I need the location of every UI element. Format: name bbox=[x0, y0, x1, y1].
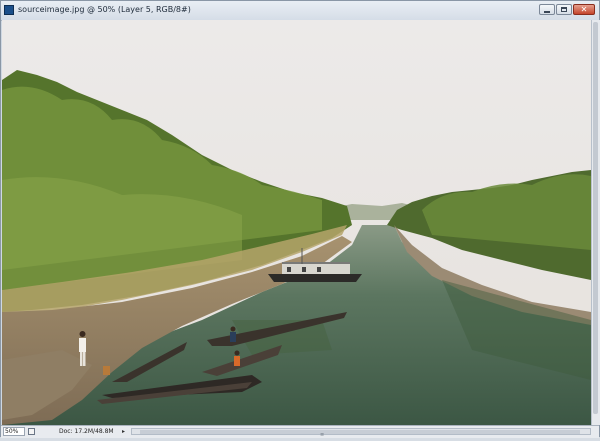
scroll-grip-icon: ≡ bbox=[320, 432, 325, 438]
minimize-button[interactable] bbox=[539, 4, 555, 15]
status-bar-icon[interactable] bbox=[28, 428, 35, 435]
photo-image bbox=[2, 20, 591, 425]
photoshop-icon bbox=[4, 5, 14, 15]
vertical-scroll-thumb[interactable] bbox=[593, 22, 598, 414]
horizontal-scrollbar[interactable]: ≡ bbox=[131, 428, 591, 438]
horizontal-scroll-thumb[interactable]: ≡ bbox=[140, 430, 580, 438]
minimize-icon bbox=[544, 10, 550, 13]
document-title: sourceimage.jpg @ 50% (Layer 5, RGB/8#) bbox=[18, 5, 191, 14]
maximize-button[interactable] bbox=[556, 4, 572, 15]
title-bar[interactable]: sourceimage.jpg @ 50% (Layer 5, RGB/8#) … bbox=[1, 1, 599, 21]
vertical-scrollbar[interactable] bbox=[591, 20, 600, 425]
window-controls: ✕ bbox=[539, 4, 595, 16]
zoom-level-field[interactable]: 50% bbox=[3, 427, 25, 436]
status-menu-arrow-icon[interactable]: ▸ bbox=[122, 426, 125, 438]
document-size-info: Doc: 17.2M/48.8M bbox=[59, 428, 114, 435]
document-canvas[interactable] bbox=[2, 20, 591, 425]
photoshop-document-window: sourceimage.jpg @ 50% (Layer 5, RGB/8#) … bbox=[0, 0, 600, 438]
close-button[interactable]: ✕ bbox=[573, 4, 595, 15]
maximize-icon bbox=[561, 7, 567, 12]
close-icon: ✕ bbox=[580, 4, 588, 14]
status-bar: 50% Doc: 17.2M/48.8M ▸ ≡ bbox=[1, 425, 599, 438]
